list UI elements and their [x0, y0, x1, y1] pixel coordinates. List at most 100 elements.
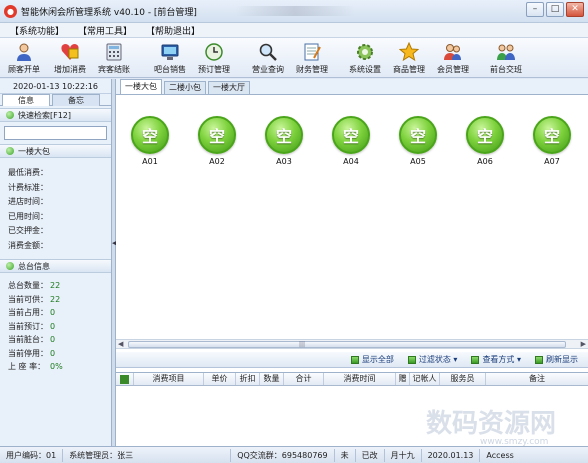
status-user-code: 用户编码：01	[0, 448, 64, 462]
room-status-icon: 空	[131, 116, 169, 154]
tab-memo[interactable]: 备忘	[52, 94, 100, 106]
field-deposit: 已交押金：	[8, 226, 48, 235]
col-price[interactable]: 单价	[204, 373, 236, 385]
field-elapsed-time: 已用时间：	[8, 211, 48, 221]
status-admin: 系统管理员：张三	[63, 448, 232, 462]
star-icon	[398, 41, 420, 63]
app-logo-icon: ●	[4, 4, 17, 18]
filter-icon	[407, 355, 416, 364]
checkout-button[interactable]: 宾客结账	[98, 41, 130, 75]
show-all-icon	[350, 355, 359, 364]
scroll-thumb[interactable]: |||	[128, 341, 566, 348]
room-tile[interactable]: 空 A01	[127, 116, 173, 166]
add-consume-button[interactable]: 增加消费	[54, 41, 86, 75]
member-management-button[interactable]: 会员管理	[437, 41, 469, 75]
bar-sale-button[interactable]: 吧台销售	[154, 41, 186, 75]
room-status-icon: 空	[332, 116, 370, 154]
room-tile[interactable]: 空 A07	[529, 116, 575, 166]
green-bullet-icon	[6, 147, 14, 155]
business-query-button[interactable]: 营业查询	[252, 41, 284, 75]
stat-available: 当前可供： 22	[8, 294, 61, 304]
table-header: 消费项目 单价 折扣 数量 合计 消费时间 赠 记帐人 服务员 备注	[116, 373, 588, 386]
maximize-button[interactable]: □	[546, 2, 564, 17]
room-tile[interactable]: 空 A04	[328, 116, 374, 166]
customer-open-button[interactable]: 顾客开单	[8, 41, 40, 75]
filter-status-button[interactable]: 过滤状态 ▾	[407, 354, 457, 365]
stats-header[interactable]: 总台信息	[0, 259, 111, 273]
shift-handover-button[interactable]: 前台交班	[490, 41, 522, 75]
horizontal-scrollbar[interactable]: ◀ ||| ▶	[116, 339, 588, 349]
quick-search-header[interactable]: 快速检索[F12]	[0, 108, 111, 122]
current-datetime: 2020-01-13 10:22:16	[0, 79, 111, 94]
status-lock: 未	[335, 448, 356, 462]
show-all-button[interactable]: 显示全部	[350, 354, 394, 365]
menu-tools[interactable]: 【常用工具】	[78, 24, 132, 37]
col-recorder[interactable]: 记帐人	[410, 373, 440, 385]
stat-reserved: 当前预订： 0	[8, 321, 56, 331]
quick-search-input[interactable]	[4, 126, 107, 140]
refresh-button[interactable]: 刷新显示	[535, 354, 578, 365]
members-icon	[442, 41, 464, 63]
close-button[interactable]: ✕	[566, 2, 584, 17]
bar-sale-icon	[159, 41, 181, 63]
tab-floor1-large[interactable]: 一楼大包	[120, 79, 162, 94]
field-entry-time: 进店时间：	[8, 197, 48, 206]
status-version: 已改	[356, 448, 385, 462]
col-gift[interactable]: 赠	[396, 373, 410, 385]
status-database: Access	[486, 450, 514, 460]
room-tile[interactable]: 空 A02	[194, 116, 240, 166]
tab-info[interactable]: 信息	[2, 94, 50, 106]
title-bar: ● 智能休闲会所管理系统 v40.10 - [前台管理] – □ ✕	[0, 0, 588, 23]
green-bullet-icon	[6, 111, 14, 119]
col-select[interactable]	[116, 373, 134, 385]
reservation-button[interactable]: 预订管理	[198, 41, 230, 75]
excel-icon	[120, 375, 129, 384]
system-settings-button[interactable]: 系统设置	[349, 41, 381, 75]
room-grid: 空 A01 空 A02 空 A03 空 A04 空 A05 空 A06 空 A07	[116, 95, 588, 333]
view-mode-button[interactable]: 查看方式 ▾	[471, 354, 521, 365]
goods-management-button[interactable]: 商品管理	[393, 41, 425, 75]
consumption-table: 消费项目 单价 折扣 数量 合计 消费时间 赠 记帐人 服务员 备注	[116, 372, 588, 446]
menu-system[interactable]: 【系统功能】	[10, 24, 64, 37]
search-icon	[257, 41, 279, 63]
status-date: 2020.01.13	[422, 448, 481, 462]
col-time[interactable]: 消费时间	[324, 373, 396, 385]
action-bar: 显示全部 过滤状态 ▾ 查看方式 ▾ 刷新显示	[116, 352, 588, 368]
shift-handover-icon	[495, 41, 517, 63]
grip-icon: |||	[299, 341, 306, 348]
stat-occupied: 当前占用： 0	[8, 308, 56, 317]
room-status-icon: 空	[399, 116, 437, 154]
finance-button[interactable]: 财务管理	[296, 41, 328, 75]
status-weekday: 月十九	[385, 448, 422, 462]
menu-bar: 【系统功能】 【常用工具】 【帮助退出】	[0, 23, 588, 38]
stat-dirty: 当前脏台： 0	[8, 335, 56, 344]
room-status-icon: 空	[466, 116, 504, 154]
view-icon	[471, 355, 480, 364]
col-total[interactable]: 合计	[284, 373, 324, 385]
col-discount[interactable]: 折扣	[236, 373, 260, 385]
tab-floor2-small[interactable]: 二楼小包	[164, 81, 206, 94]
menu-help-exit[interactable]: 【帮助退出】	[146, 24, 200, 37]
info-sidebar: 2020-01-13 10:22:16 信息 备忘 快速检索[F12] 一楼大包…	[0, 79, 112, 446]
minimize-button[interactable]: –	[526, 2, 544, 17]
field-consume-amount: 消费金额：	[8, 240, 48, 250]
col-item[interactable]: 消费项目	[134, 373, 204, 385]
floor-tabs: 一楼大包 二楼小包 一楼大厅	[116, 79, 588, 95]
toolbar: 顾客开单 增加消费 宾客结账 吧台销售 预订管理 营业查询 财务管理 系统设置 …	[0, 38, 588, 78]
room-tile[interactable]: 空 A05	[395, 116, 441, 166]
refresh-icon	[535, 355, 543, 364]
col-waiter[interactable]: 服务员	[440, 373, 486, 385]
room-tile[interactable]: 空 A03	[261, 116, 307, 166]
stat-disabled: 当前停用： 0	[8, 348, 56, 358]
col-quantity[interactable]: 数量	[260, 373, 284, 385]
col-remark[interactable]: 备注	[486, 373, 588, 385]
room-info-header[interactable]: 一楼大包	[0, 144, 111, 158]
checkout-icon	[103, 41, 125, 63]
tab-floor1-hall[interactable]: 一楼大厅	[208, 81, 250, 94]
finance-icon	[301, 41, 323, 63]
window-title: 智能休闲会所管理系统 v40.10 - [前台管理]	[21, 7, 197, 18]
room-tile[interactable]: 空 A06	[462, 116, 508, 166]
scroll-right-icon[interactable]: ▶	[581, 340, 586, 348]
scroll-left-icon[interactable]: ◀	[118, 340, 123, 348]
field-billing-standard: 计费标准：	[8, 182, 48, 192]
